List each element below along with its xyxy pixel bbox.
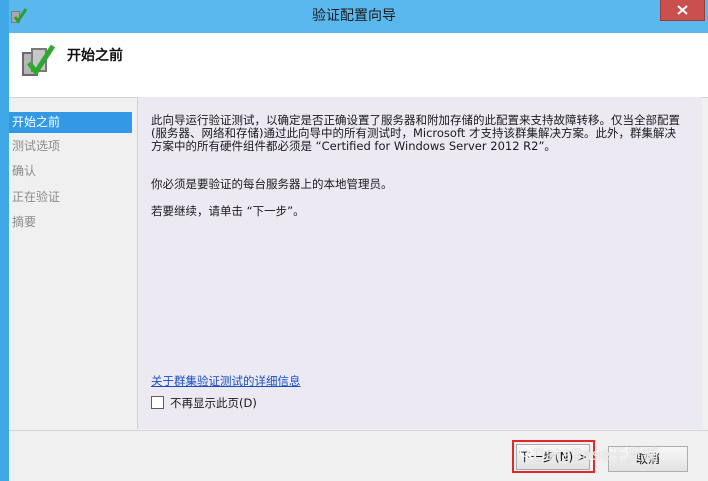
dont-show-again-label: 不再显示此页(D) [170,396,257,410]
footer-divider [9,430,708,431]
window-title: 验证配置向导 [312,8,396,24]
step-testing-options[interactable]: 测试选项 [9,136,132,157]
content-pane: 此向导运行验证测试，以确定是否正确设置了服务器和附加存储的此配置来支持故障转移。… [137,97,702,429]
cluster-validation-details-link[interactable]: 关于群集验证测试的详细信息 [151,373,301,389]
wizard-window: 验证配置向导 开始之前 开始之前 测试选项 确认 正在验证 摘要 此向导运行验证… [0,0,708,481]
wizard-header: 开始之前 [9,33,708,98]
step-summary[interactable]: 摘要 [9,212,132,233]
page-title: 开始之前 [67,48,123,64]
wizard-steps: 开始之前 测试选项 确认 正在验证 摘要 [9,108,139,430]
window-frame-left [0,0,9,481]
intro-paragraph: 此向导运行验证测试，以确定是否正确设置了服务器和附加存储的此配置来支持故障转移。… [151,113,680,153]
title-bar: 验证配置向导 [0,0,708,33]
close-button[interactable] [660,0,705,21]
validate-cluster-icon [22,44,56,77]
next-button[interactable]: 下一步(N) > [516,444,590,470]
close-icon [677,5,688,15]
continue-instruction: 若要继续，请单击 “下一步”。 [151,204,305,218]
step-confirmation[interactable]: 确认 [9,161,132,182]
step-validating[interactable]: 正在验证 [9,187,132,208]
dont-show-again-checkbox[interactable] [151,396,164,409]
cancel-button[interactable]: 取消 [608,446,688,472]
step-before-you-begin[interactable]: 开始之前 [9,112,132,133]
admin-requirement-paragraph: 你必须是要验证的每台服务器上的本地管理员。 [151,177,393,191]
